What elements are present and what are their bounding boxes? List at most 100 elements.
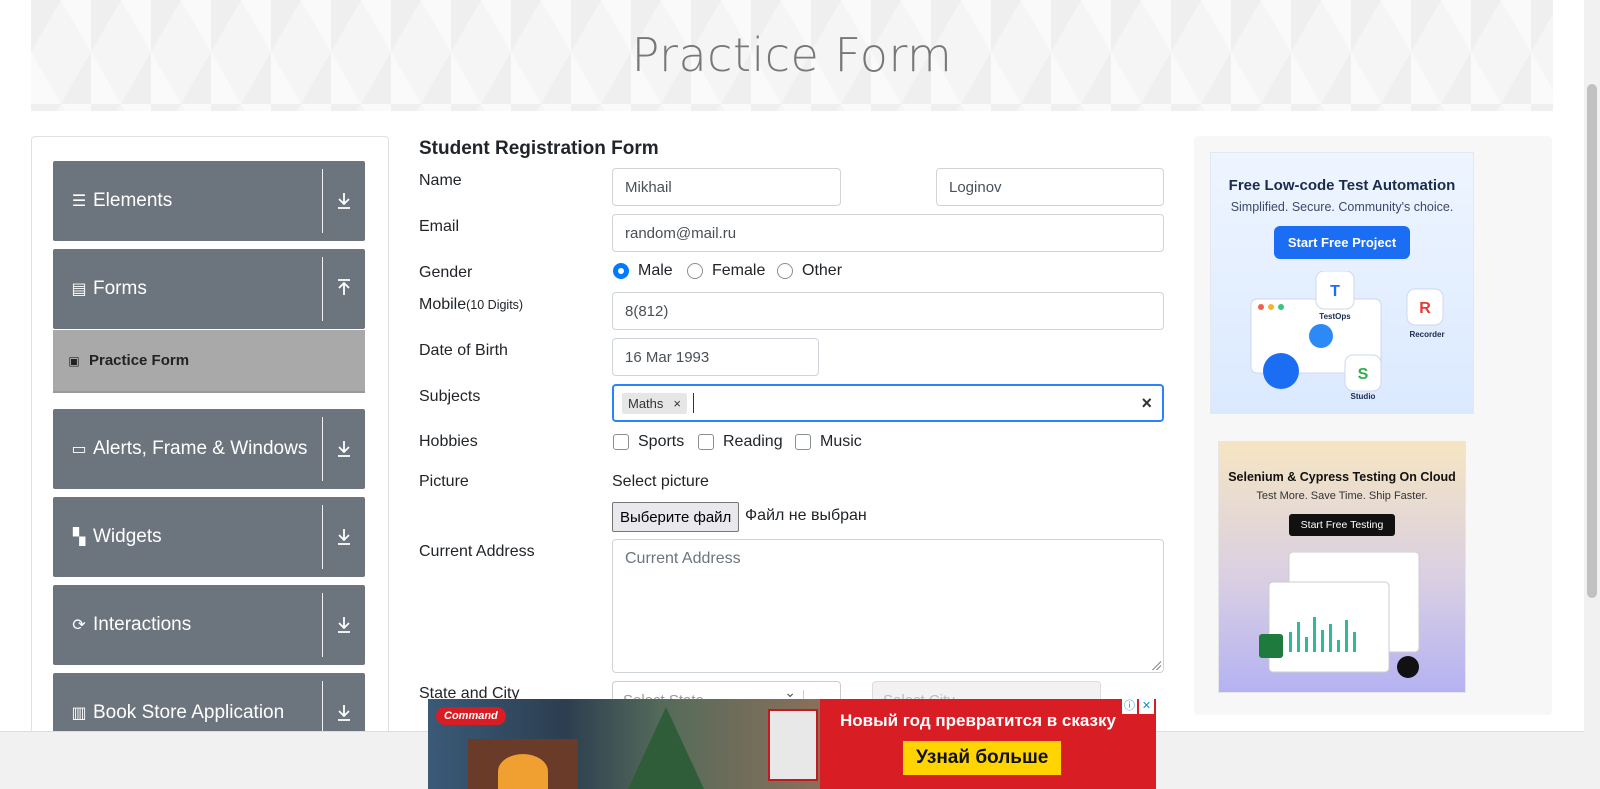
ad-illustration: T TestOps R Recorder S Studio (1250, 271, 1445, 401)
sidebar-item-practice-form[interactable]: ▣ Practice Form (53, 330, 365, 393)
form-title: Student Registration Form (419, 138, 659, 159)
ad-start-testing-button[interactable]: Start Free Testing (1288, 514, 1396, 536)
banner-photo: Command (428, 699, 820, 789)
text-caret (693, 393, 694, 413)
subject-chip: Maths × (622, 392, 687, 414)
arrow-down-icon (338, 617, 350, 633)
banner-cta-button[interactable]: Узнай больше (903, 741, 1062, 775)
hobby-music[interactable]: Music (795, 433, 862, 451)
sidebar-group-label: Widgets (93, 526, 162, 547)
sidebar-group-forms[interactable]: ▤ Forms (53, 249, 365, 329)
textarea-placeholder: Current Address (625, 550, 741, 567)
scrollbar-thumb[interactable] (1587, 84, 1597, 598)
arrow-down-icon (338, 705, 350, 721)
sidebar-group-widgets[interactable]: ▚ Widgets (53, 497, 365, 577)
widgets-icon: ▚ (72, 529, 86, 546)
resize-handle[interactable] (1151, 660, 1161, 670)
email-label: Email (419, 218, 460, 235)
checkbox-label: Reading (723, 433, 783, 450)
ad-katalon[interactable]: Free Low-code Test Automation Simplified… (1210, 152, 1474, 414)
current-address-label: Current Address (419, 543, 535, 560)
date-of-birth-input[interactable]: 16 Mar 1993 (612, 338, 819, 376)
ad-label-studio: Studio (1351, 392, 1376, 401)
interactions-icon: ⟳ (72, 617, 86, 634)
ad-start-project-button[interactable]: Start Free Project (1273, 226, 1411, 259)
window-icon: ▭ (71, 441, 87, 458)
arrow-up-icon (338, 279, 350, 295)
bottom-banner-ad[interactable]: Command Новый год превратится в сказку У… (428, 699, 1156, 789)
brand-logo: Command (436, 707, 506, 725)
ad-info-icon[interactable]: ⓘ (1122, 699, 1137, 714)
name-label: Name (419, 172, 462, 189)
form-icon: ▣ (68, 353, 80, 368)
current-address-textarea[interactable]: Current Address (612, 539, 1164, 673)
hobby-reading[interactable]: Reading (698, 433, 783, 451)
hobbies-label: Hobbies (419, 433, 478, 450)
last-name-input[interactable]: Loginov (936, 168, 1164, 206)
select-picture-label: Select picture (612, 473, 709, 490)
subjects-input[interactable]: Maths × × (612, 384, 1164, 422)
arrow-down-icon (338, 193, 350, 209)
radio-button-checked[interactable] (613, 263, 629, 279)
gender-radio-other[interactable]: Other (777, 262, 842, 280)
dob-label: Date of Birth (419, 342, 508, 359)
ad-controls: ⓘ ✕ (1120, 699, 1154, 714)
first-name-input[interactable]: Mikhail (612, 168, 841, 206)
divider (322, 505, 323, 569)
ad-title: Free Low-code Test Automation (1228, 177, 1456, 194)
checkbox[interactable] (613, 434, 629, 450)
ad-label-recorder: Recorder (1409, 330, 1444, 339)
fireplace-image (468, 739, 578, 789)
sidebar-group-label: Interactions (93, 614, 192, 635)
clear-icon[interactable]: × (1141, 393, 1152, 414)
product-package-image (768, 709, 818, 781)
ad-subtitle: Test More. Save Time. Ship Faster. (1256, 490, 1428, 502)
divider (322, 417, 323, 481)
chip-remove-icon[interactable]: × (673, 396, 681, 411)
page-title: Practice Form (631, 28, 953, 82)
ad-title: Selenium & Cypress Testing On Cloud (1228, 470, 1456, 484)
divider (322, 169, 323, 233)
ad-close-icon[interactable]: ✕ (1139, 699, 1154, 714)
sidebar-group-elements[interactable]: ☰ Elements (53, 161, 365, 241)
file-status: Файл не выбран (745, 507, 867, 524)
choose-file-button[interactable]: Выберите файл (612, 502, 740, 532)
sidebar-group-label: Forms (93, 278, 147, 299)
sidebar: ☰ Elements ▤ Forms ▣ Practice Form ▭ Ale… (31, 136, 389, 776)
radio-button[interactable] (777, 263, 793, 279)
ad-lambdatest[interactable]: Selenium & Cypress Testing On Cloud Test… (1218, 441, 1466, 693)
sidebar-group-label: Elements (93, 190, 173, 211)
divider (322, 257, 323, 321)
svg-text:R: R (1419, 300, 1431, 317)
divider (322, 593, 323, 657)
checkbox[interactable] (795, 434, 811, 450)
mobile-label: Mobile(10 Digits) (419, 296, 523, 314)
document-icon: ▤ (71, 281, 87, 298)
checkbox-label: Sports (638, 433, 685, 450)
subject-chip-label: Maths (628, 395, 664, 411)
sidebar-item-label: Practice Form (89, 352, 190, 369)
list-icon: ☰ (71, 193, 87, 210)
sidebar-group-label: Alerts, Frame & Windows (93, 438, 308, 459)
radio-label: Male (638, 262, 673, 279)
hobby-sports[interactable]: Sports (613, 433, 684, 451)
mobile-input[interactable]: 8(812) (612, 292, 1164, 330)
sidebar-group-alerts[interactable]: ▭ Alerts, Frame & Windows (53, 409, 365, 489)
sidebar-group-interactions[interactable]: ⟳ Interactions (53, 585, 365, 665)
picture-label: Picture (419, 473, 469, 490)
mobile-hint: (10 Digits) (466, 298, 524, 312)
svg-text:S: S (1358, 366, 1369, 383)
gender-radio-female[interactable]: Female (687, 262, 765, 280)
scrollbar-track[interactable] (1584, 0, 1600, 789)
checkbox[interactable] (698, 434, 714, 450)
radio-label: Female (712, 262, 766, 279)
gender-label: Gender (419, 264, 473, 281)
ad-label-testops: TestOps (1319, 312, 1351, 321)
books-icon: ▥ (71, 705, 87, 722)
radio-button[interactable] (687, 263, 703, 279)
sidebar-group-label: Book Store Application (93, 702, 285, 723)
christmas-tree-image (628, 707, 704, 789)
gender-radio-male[interactable]: Male (613, 262, 673, 280)
svg-text:T: T (1330, 283, 1340, 300)
email-input[interactable]: random@mail.ru (612, 214, 1164, 252)
